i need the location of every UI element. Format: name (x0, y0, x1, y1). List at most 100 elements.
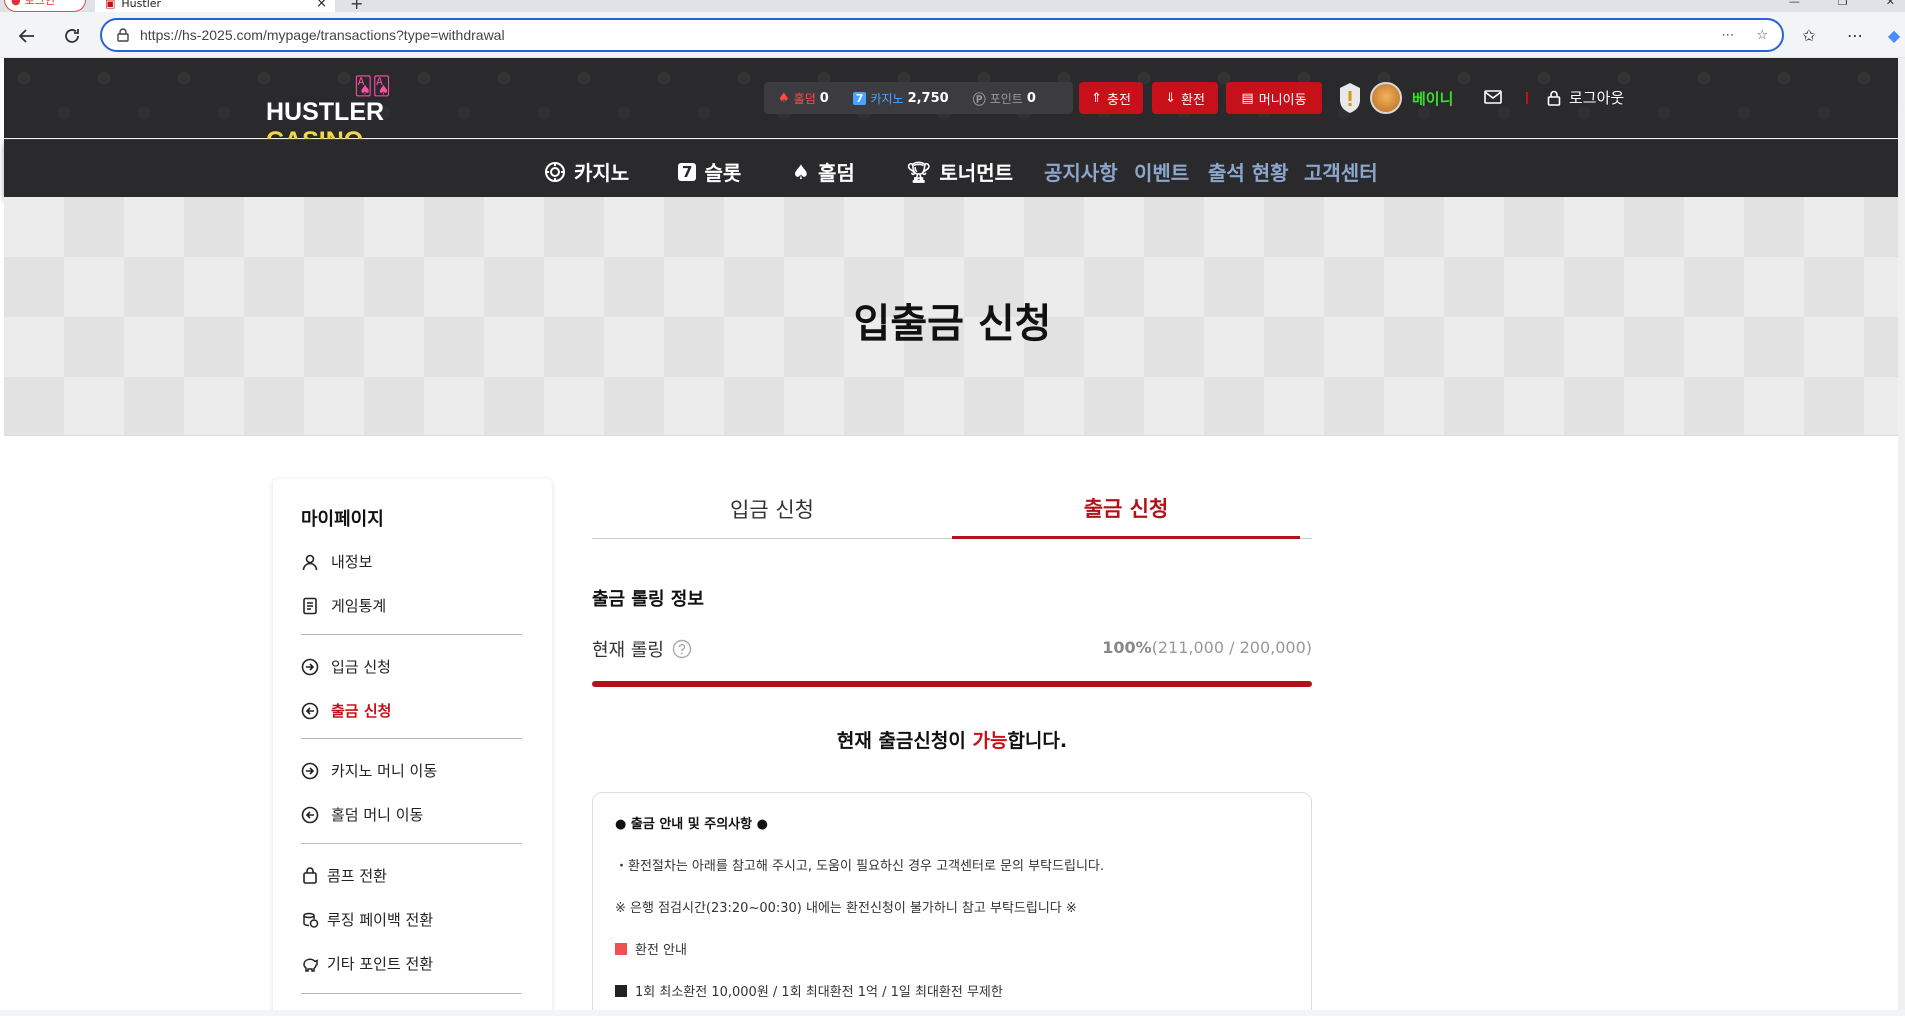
slot-7-icon: 7 (678, 162, 697, 181)
rolling-section-title: 출금 롤링 정보 (592, 589, 704, 610)
arrow-right-circle-icon (301, 762, 319, 779)
browser-tab-bar: ● 로그인 ▣ Hustler × + — ❐ ✕ (0, 0, 1905, 12)
nav-attendance[interactable]: 출석 현황 (1208, 157, 1289, 186)
lock-icon (1547, 90, 1561, 106)
tab-withdrawal[interactable]: 출금 신청 (952, 479, 1300, 539)
notice-line-exchange-guide: 환전 안내 (615, 939, 687, 958)
arrow-right-circle-icon (301, 658, 319, 675)
withdrawal-notice-box: ● 출금 안내 및 주의사항 ● ・환전절차는 아래를 참고해 주시고, 도움이… (592, 792, 1312, 1016)
page-banner: 입출금 신청 (4, 197, 1901, 436)
sidebar-divider (301, 634, 522, 635)
nav-notice[interactable]: 공지사항 (1044, 157, 1118, 186)
profile-icon: ● (11, 0, 21, 7)
piggy-bank-icon (303, 958, 318, 972)
sidebar-item-game-stats[interactable]: 게임통계 (301, 595, 386, 616)
window-bottom-edge (0, 1010, 1905, 1016)
lock-icon[interactable] (116, 28, 130, 42)
tab-underline (1300, 538, 1312, 539)
black-square-icon (615, 985, 627, 997)
nav-slot[interactable]: 7 슬롯 (678, 157, 741, 186)
copilot-icon[interactable]: ◆ (1882, 23, 1905, 47)
balance-holdem: ♠ 홀덤 0 (778, 90, 829, 106)
favorite-star-icon[interactable]: ☆ (1756, 28, 1768, 43)
rolling-label: 현재 롤링 (592, 636, 692, 662)
withdrawal-status-message: 현재 출금신청이 가능합니다. (836, 730, 1068, 752)
money-transfer-icon: ▤ (1241, 90, 1254, 106)
sidebar-divider (301, 993, 522, 994)
spade-icon: ♠ (792, 159, 810, 184)
address-bar-actions: ⋯ ☆ (1721, 28, 1768, 43)
bag-icon (303, 866, 317, 884)
rolling-progress-bar (592, 681, 1312, 687)
sidebar-item-other-points[interactable]: 기타 포인트 전환 (301, 953, 433, 974)
restore-icon[interactable]: ❐ (1838, 0, 1848, 8)
back-icon[interactable] (14, 23, 40, 49)
sidebar-item-withdrawal[interactable]: 출금 신청 (301, 700, 391, 721)
nav-casino[interactable]: 카지노 (544, 157, 629, 186)
nav-tournament[interactable]: 🏆︎ 토너먼트 (906, 157, 1013, 186)
notification-divider (1526, 92, 1528, 104)
exchange-icon: ⇓ (1165, 90, 1176, 106)
sidebar-item-holdem-money-transfer[interactable]: 홀덤 머니 이동 (301, 804, 423, 825)
nickname[interactable]: 베이니 (1412, 88, 1453, 109)
help-icon[interactable] (672, 639, 692, 659)
sidebar-item-deposit[interactable]: 입금 신청 (301, 656, 391, 677)
mypage-sidebar: 마이페이지 내정보 게임통계 입금 신청 출금 신청 카지노 머니 이동 홀덤 … (273, 479, 552, 1016)
sidebar-item-my-info[interactable]: 내정보 (301, 551, 372, 572)
url-text: https://hs-2025.com/mypage/transactions?… (140, 27, 505, 43)
arrow-left-circle-icon (301, 806, 319, 823)
sidebar-item-casino-money-transfer[interactable]: 카지노 머니 이동 (301, 760, 437, 781)
address-bar[interactable]: https://hs-2025.com/mypage/transactions?… (100, 18, 1784, 52)
sidebar-title: 마이페이지 (301, 509, 384, 530)
settings-more-icon[interactable]: ⋯ (1843, 23, 1867, 47)
arrow-left-circle-icon (301, 702, 319, 719)
more-options-circle-icon[interactable]: ⋯ (1721, 28, 1734, 43)
close-tab-icon[interactable]: × (316, 0, 327, 11)
spade-icon: ♠ (778, 90, 790, 106)
notice-title: ● 출금 안내 및 주의사항 ● (615, 817, 768, 832)
casino-chip-icon (545, 161, 565, 182)
point-coin-icon: Ⓟ (972, 92, 986, 108)
favorites-icon[interactable]: ✩ (1797, 23, 1821, 47)
money-transfer-button[interactable]: ▤ 머니이동 (1226, 82, 1322, 114)
rolling-value: 100%(211,000 / 200,000) (1102, 638, 1312, 657)
tab-deposit[interactable]: 입금 신청 (592, 479, 952, 539)
refresh-icon[interactable] (59, 23, 85, 49)
coins-icon (303, 912, 319, 928)
level-badge-icon (1340, 83, 1360, 113)
sidebar-item-losing-payback[interactable]: 루징 페이백 전환 (301, 909, 433, 930)
avatar[interactable] (1370, 82, 1402, 114)
rolling-progress-fill (592, 681, 1312, 687)
user-icon (302, 554, 318, 570)
charge-icon: ⇑ (1091, 90, 1102, 106)
mail-icon[interactable] (1484, 89, 1502, 109)
document-icon (303, 597, 317, 614)
nav-customer-center[interactable]: 고객센터 (1304, 157, 1378, 186)
main-navigation: 카지노 7 슬롯 ♠ 홀덤 🏆︎ 토너먼트 공지사항 이벤트 출석 현황 고객센… (4, 139, 1901, 197)
nav-holdem[interactable]: ♠ 홀덤 (792, 157, 855, 186)
logout-button[interactable]: 로그아웃 (1547, 87, 1624, 108)
site-header: 🂡🂡 HUSTLER CASINO ♠ 홀덤 0 7 카지노 2,750 Ⓟ 포… (4, 58, 1901, 155)
window-controls: — ❐ ✕ (1789, 0, 1895, 8)
tab-label: 로그인 (24, 0, 55, 7)
exchange-button[interactable]: ⇓ 환전 (1152, 82, 1218, 114)
nav-event[interactable]: 이벤트 (1134, 157, 1189, 186)
notice-line: ※ 은행 점검시간(23:20~00:30) 내에는 환전신청이 불가하니 참고… (615, 901, 1077, 916)
browser-tab-login[interactable]: ● 로그인 (4, 0, 86, 12)
page-scrollbar[interactable] (1898, 58, 1905, 1016)
sidebar-item-comp-conversion[interactable]: 콤프 전환 (301, 865, 387, 886)
balance-point: Ⓟ 포인트 0 (972, 90, 1036, 108)
charge-button[interactable]: ⇑ 충전 (1079, 82, 1143, 114)
playing-cards-icon: 🂡🂡 (354, 76, 391, 97)
slot-7-icon: 7 (852, 91, 867, 105)
notice-line: ・환전절차는 아래를 참고해 주시고, 도움이 필요하신 경우 고객센터로 문의… (615, 859, 1105, 874)
page-title: 입출금 신청 (853, 301, 1052, 347)
minimize-icon[interactable]: — (1789, 0, 1800, 8)
site-logo[interactable]: 🂡🂡 HUSTLER CASINO (266, 76, 486, 155)
browser-window: { "browser": { "tabs": [ {"label": "로그인"… (0, 0, 1905, 1016)
sidebar-divider (301, 843, 522, 844)
trophy-icon: 🏆︎ (906, 159, 932, 184)
new-tab-icon[interactable]: + (350, 0, 363, 12)
close-window-icon[interactable]: ✕ (1886, 0, 1895, 8)
browser-tab-hustler[interactable]: ▣ Hustler × (95, 0, 335, 12)
